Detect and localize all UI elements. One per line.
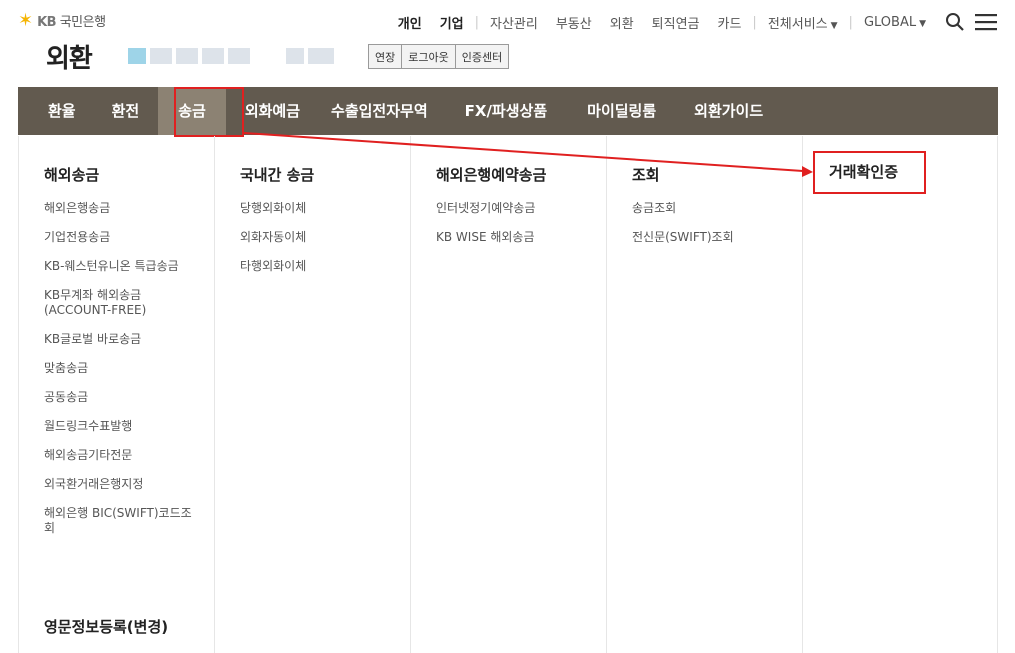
menu-item[interactable]: KB무계좌 해외송금(ACCOUNT-FREE) xyxy=(44,288,196,318)
cert-center-button[interactable]: 인증센터 xyxy=(454,44,510,69)
menu-item[interactable]: 해외은행 BIC(SWIFT)코드조회 xyxy=(44,506,196,536)
menu-heading[interactable]: 해외은행예약송금 xyxy=(436,164,588,185)
topnav-realestate[interactable]: 부동산 xyxy=(556,13,592,32)
menu-item[interactable]: 외국환거래은행지정 xyxy=(44,477,196,492)
menu-item[interactable]: KB글로벌 바로송금 xyxy=(44,332,196,347)
tab-trade[interactable]: 수출입전자무역 xyxy=(320,87,446,135)
topnav-fx[interactable]: 외환 xyxy=(610,13,634,32)
extend-session-button[interactable]: 연장 xyxy=(368,44,403,69)
topnav-asset[interactable]: 자산관리 xyxy=(490,13,538,32)
logout-button[interactable]: 로그아웃 xyxy=(401,44,456,69)
kb-logo[interactable]: ✶ KB 국민은행 xyxy=(18,11,106,30)
menu-item[interactable]: KB WISE 해외송금 xyxy=(436,230,588,245)
menu-item[interactable]: KB-웨스턴유니온 특급송금 xyxy=(44,259,196,274)
menu-item[interactable]: 송금조회 xyxy=(632,201,784,216)
topnav-all-services[interactable]: 전체서비스 ▼ xyxy=(768,13,838,32)
topnav-personal[interactable]: 개인 xyxy=(398,13,422,32)
remittance-tab-highlight xyxy=(174,87,244,137)
user-name-blurred xyxy=(128,48,334,64)
page-title: 외환 xyxy=(46,44,93,74)
top-utility-nav: 개인 기업 | 자산관리 부동산 외환 퇴직연금 카드 | 전체서비스 ▼ | G… xyxy=(389,12,997,32)
topnav-business[interactable]: 기업 xyxy=(440,13,464,32)
menu-heading[interactable]: 해외송금 xyxy=(44,164,196,185)
menu-item[interactable]: 당행외화이체 xyxy=(240,201,392,216)
caret-down-icon: ▼ xyxy=(919,18,926,29)
search-icon[interactable] xyxy=(945,12,965,32)
menu-heading[interactable]: 국내간 송금 xyxy=(240,164,392,185)
menu-column-reserved: 해외은행예약송금 인터넷정기예약송금 KB WISE 해외송금 xyxy=(411,136,607,653)
hamburger-menu-icon[interactable] xyxy=(975,13,997,31)
logo-text: KB 국민은행 xyxy=(37,15,106,30)
transaction-certificate-heading[interactable]: 거래확인증 xyxy=(813,151,926,194)
divider: | xyxy=(848,14,853,30)
tab-dealing-room[interactable]: 마이딜링룸 xyxy=(567,87,675,135)
menu-item[interactable]: 월드링크수표발행 xyxy=(44,419,196,434)
divider: | xyxy=(474,14,479,30)
divider: | xyxy=(752,14,757,30)
tab-fx-derivatives[interactable]: FX/파생상품 xyxy=(446,87,568,135)
caret-down-icon: ▼ xyxy=(830,20,838,31)
menu-item[interactable]: 해외송금기타전문 xyxy=(44,448,196,463)
topnav-global[interactable]: GLOBAL ▼ xyxy=(864,15,926,30)
main-nav: 환율 환전 송금 외화예금 수출입전자무역 FX/파생상품 마이딜링룸 외환가이… xyxy=(18,87,998,135)
tab-fx-guide[interactable]: 외환가이드 xyxy=(675,87,781,135)
menu-item[interactable]: 전신문(SWIFT)조회 xyxy=(632,230,784,245)
session-buttons: 연장 로그아웃 인증센터 xyxy=(368,44,510,69)
menu-item[interactable]: 해외은행송금 xyxy=(44,201,196,216)
tab-exchange-rate[interactable]: 환율 xyxy=(18,87,100,135)
topnav-card[interactable]: 카드 xyxy=(718,13,742,32)
menu-item[interactable]: 인터넷정기예약송금 xyxy=(436,201,588,216)
global-label: GLOBAL xyxy=(863,14,917,30)
english-info-heading[interactable]: 영문정보등록(변경) xyxy=(44,616,168,637)
all-services-label: 전체서비스 xyxy=(767,16,828,32)
menu-heading[interactable]: 조회 xyxy=(632,164,784,185)
kb-star-icon: ✶ xyxy=(18,9,34,31)
menu-item[interactable]: 공동송금 xyxy=(44,390,196,405)
remittance-dropdown: 해외송금 해외은행송금 기업전용송금 KB-웨스턴유니온 특급송금 KB무계좌 … xyxy=(18,136,998,653)
menu-column-inquiry: 조회 송금조회 전신문(SWIFT)조회 xyxy=(607,136,803,653)
menu-item[interactable]: 맞춤송금 xyxy=(44,361,196,376)
menu-column-domestic: 국내간 송금 당행외화이체 외화자동이체 타행외화이체 xyxy=(215,136,411,653)
menu-item[interactable]: 타행외화이체 xyxy=(240,259,392,274)
menu-item[interactable]: 외화자동이체 xyxy=(240,230,392,245)
tab-currency-exchange[interactable]: 환전 xyxy=(100,87,159,135)
menu-item[interactable]: 기업전용송금 xyxy=(44,230,196,245)
topnav-pension[interactable]: 퇴직연금 xyxy=(652,13,700,32)
menu-column-overseas: 해외송금 해외은행송금 기업전용송금 KB-웨스턴유니온 특급송금 KB무계좌 … xyxy=(19,136,215,653)
